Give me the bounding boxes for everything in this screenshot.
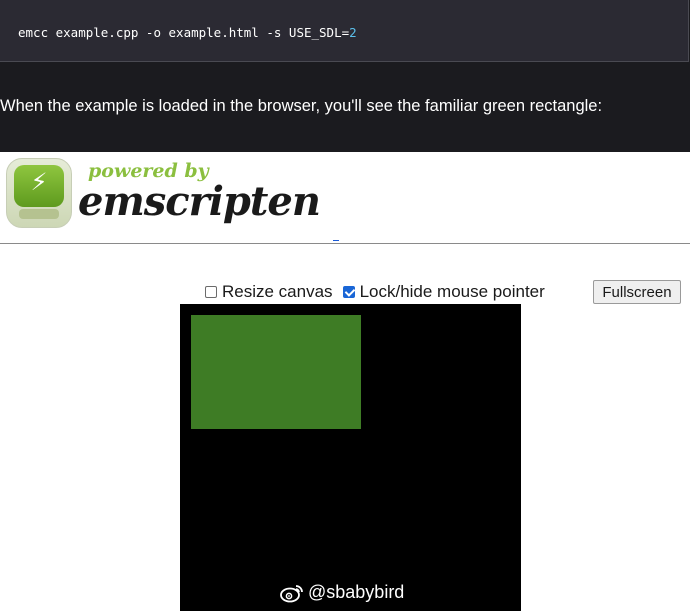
canvas-controls: Resize canvas Lock/hide mouse pointer: [205, 282, 555, 302]
code-sdl-value: 2: [349, 25, 357, 40]
watermark-text: @sbabybird: [308, 582, 405, 602]
code-command: emcc example.cpp -o example.html -s USE_…: [18, 25, 350, 40]
lock-pointer-label: Lock/hide mouse pointer: [359, 282, 545, 301]
lightning-bolt-badge-icon: ⚡: [6, 158, 72, 228]
code-block: emcc example.cpp -o example.html -s USE_…: [0, 0, 689, 62]
resize-canvas-label: Resize canvas: [222, 282, 333, 301]
horizontal-divider: [0, 243, 690, 244]
emscripten-logo: ⚡ powered by emscripten: [6, 158, 321, 230]
code-line: emcc example.cpp -o example.html -s USE_…: [18, 25, 357, 40]
green-rectangle: [191, 315, 361, 429]
link-underline[interactable]: [333, 240, 339, 241]
article-paragraph: When the example is loaded in the browse…: [0, 97, 603, 115]
article-dark-section: emcc example.cpp -o example.html -s USE_…: [0, 0, 690, 152]
weibo-icon: [280, 584, 303, 602]
sdl-canvas[interactable]: [180, 304, 521, 611]
logo-name: emscripten: [78, 178, 321, 225]
fullscreen-button[interactable]: Fullscreen: [593, 280, 681, 304]
resize-canvas-checkbox[interactable]: [205, 286, 217, 298]
lock-pointer-checkbox[interactable]: [342, 286, 355, 298]
watermark: @sbabybird: [280, 582, 404, 603]
